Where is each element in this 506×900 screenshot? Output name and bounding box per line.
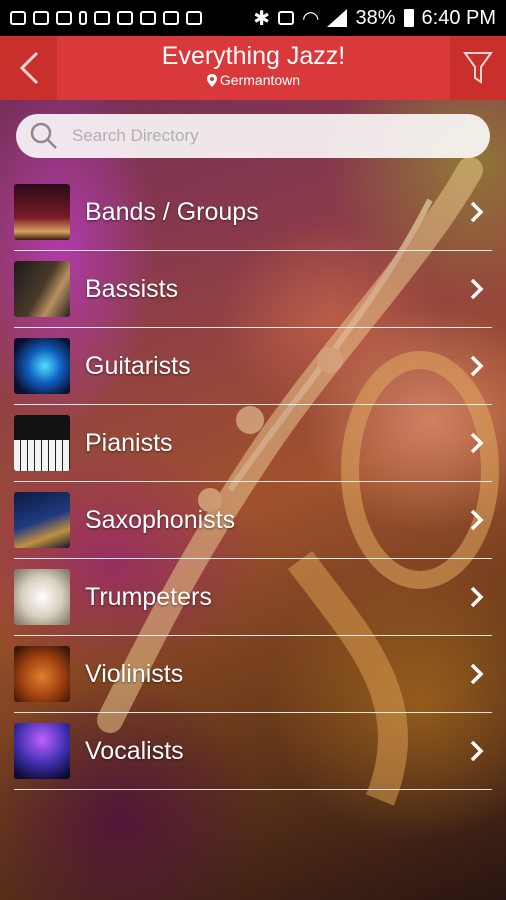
violin-thumbnail [14,646,70,702]
page-title: Everything Jazz! [161,42,346,70]
microphone-thumbnail [14,723,70,779]
image-icon [94,11,110,25]
bluetooth-icon: ✱ [253,7,271,30]
category-label: Trumpeters [85,582,212,611]
filter-funnel-icon [463,52,493,84]
chevron-right-icon [470,432,484,454]
electric-guitar-thumbnail [14,338,70,394]
piano-keys-thumbnail [14,415,70,471]
back-button[interactable] [0,36,57,100]
system-status: ✱ ◠ 38% 6:40 PM [253,6,496,31]
map-pin-icon [206,73,217,87]
battery-icon [403,9,414,27]
message-icon [10,11,26,25]
category-list: Bands / Groups Bassists Guitarists Piani… [14,174,492,790]
amazon-icon [117,11,133,25]
search-bar[interactable] [16,114,490,158]
wifi-icon: ◠ [302,7,320,30]
list-item-saxophonists[interactable]: Saxophonists [14,482,492,559]
gallery-icon [56,11,72,25]
shield-icon [163,11,179,25]
band-stage-thumbnail [14,184,70,240]
app-screen: ✱ ◠ 38% 6:40 PM Everything Jazz! Germant… [0,0,506,900]
chevron-right-icon [470,278,484,300]
list-item-pianists[interactable]: Pianists [14,405,492,482]
chevron-right-icon [470,201,484,223]
gallery-icon [33,11,49,25]
trumpet-thumbnail [14,569,70,625]
chevron-right-icon [470,663,484,685]
category-label: Violinists [85,659,184,688]
saxophone-thumbnail [14,492,70,548]
list-item-vocalists[interactable]: Vocalists [14,713,492,790]
category-label: Saxophonists [85,505,236,534]
category-label: Bassists [85,274,179,303]
filter-button[interactable] [450,36,506,100]
list-item-bands-groups[interactable]: Bands / Groups [14,174,492,251]
status-bar: ✱ ◠ 38% 6:40 PM [0,0,506,36]
battery-percent: 38% [355,6,396,29]
search-icon [30,122,57,149]
usb-icon [79,11,87,25]
category-label: Bands / Groups [85,197,259,226]
search-input[interactable] [70,125,454,147]
nfc-icon [278,11,295,25]
chevron-right-icon [470,586,484,608]
chevron-right-icon [470,355,484,377]
list-item-guitarists[interactable]: Guitarists [14,328,492,405]
list-item-violinists[interactable]: Violinists [14,636,492,713]
location-label: Germantown [219,72,301,88]
list-item-bassists[interactable]: Bassists [14,251,492,328]
chevron-right-icon [470,509,484,531]
location-row: Germantown [57,72,450,88]
chevron-right-icon [470,740,484,762]
list-item-trumpeters[interactable]: Trumpeters [14,559,492,636]
category-label: Guitarists [85,351,191,380]
category-label: Vocalists [85,736,184,765]
app-header: Everything Jazz! Germantown [0,36,506,100]
header-title-block: Everything Jazz! Germantown [57,36,450,100]
category-label: Pianists [85,428,173,457]
notification-icons [10,11,202,25]
chevron-left-icon [19,51,38,85]
voicemail-icon [186,11,202,25]
email-icon [140,11,156,25]
bass-guitar-thumbnail [14,261,70,317]
signal-icon [327,9,348,27]
clock: 6:40 PM [421,6,496,29]
